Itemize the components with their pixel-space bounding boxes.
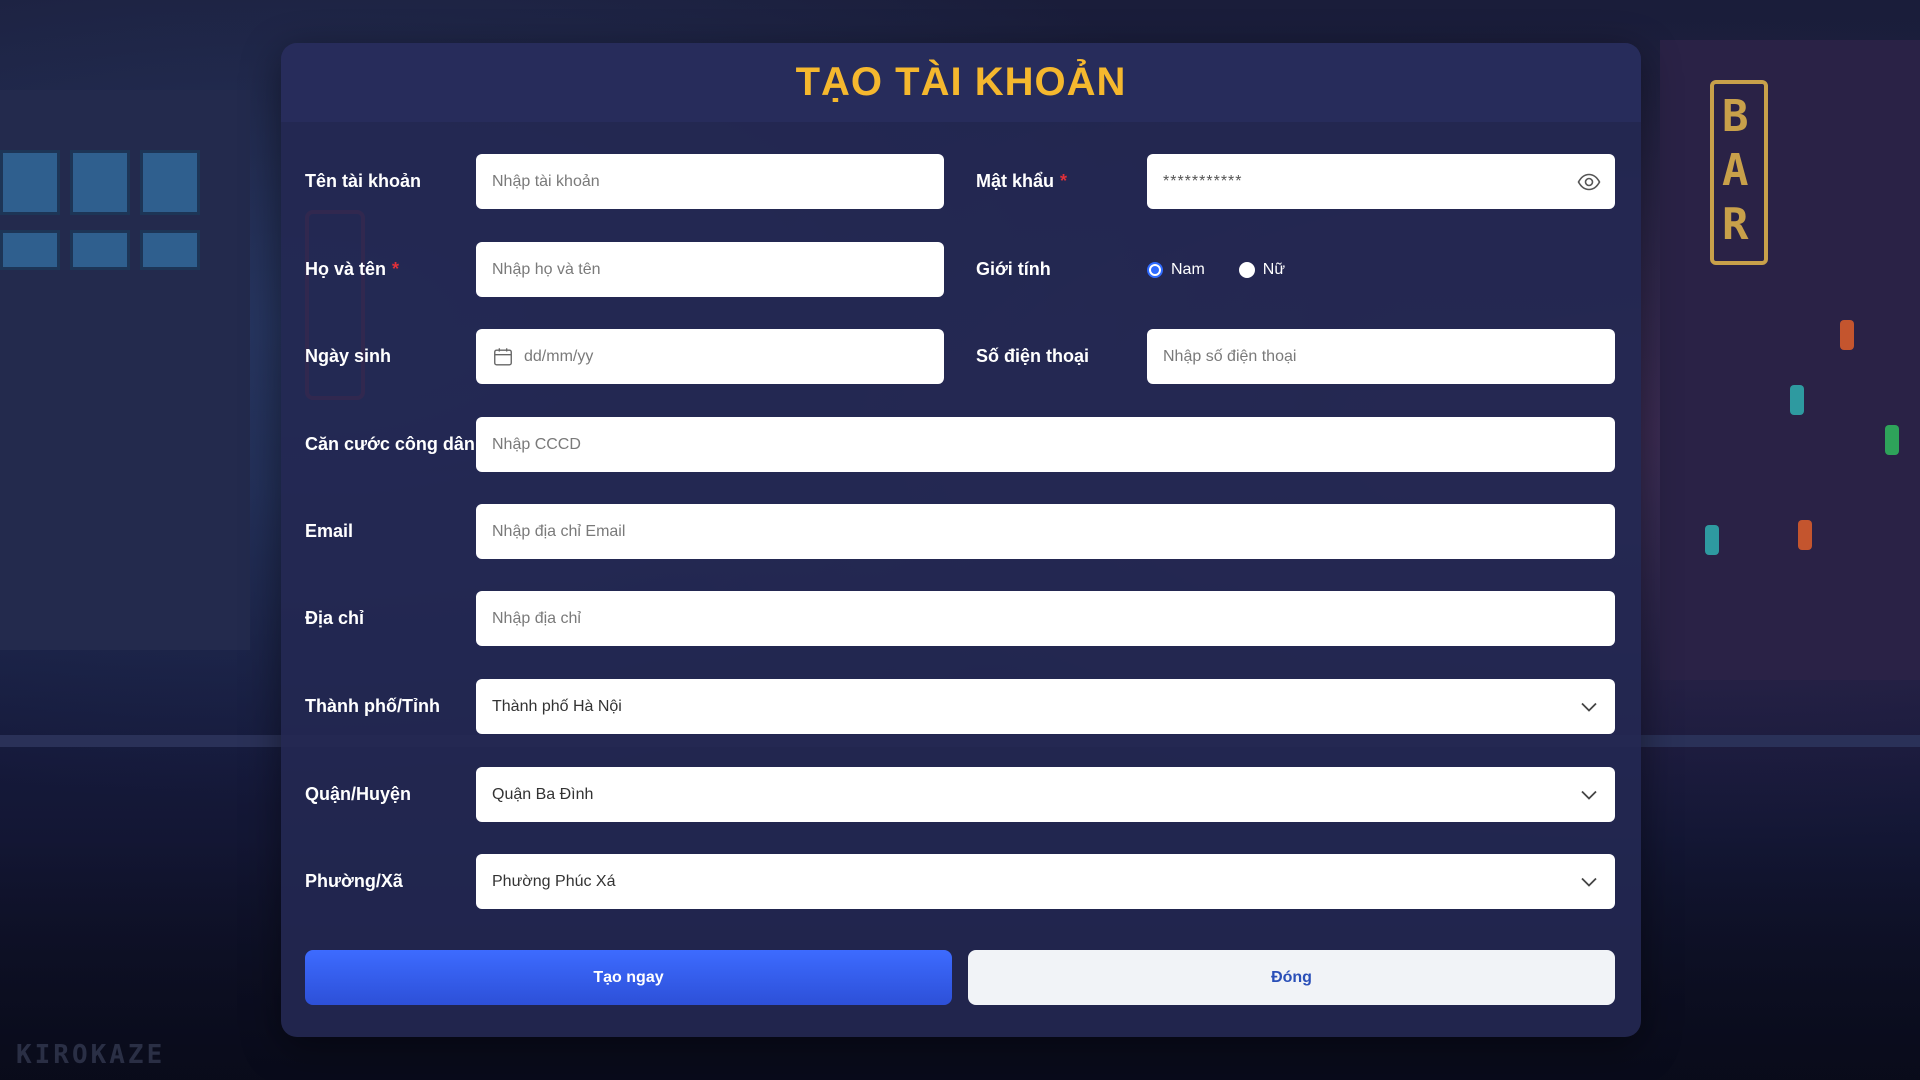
chevron-down-icon[interactable] — [1579, 697, 1599, 717]
building-window — [0, 150, 60, 215]
building-window — [140, 230, 200, 270]
chevron-down-icon[interactable] — [1579, 872, 1599, 892]
lamp-light — [1790, 385, 1804, 415]
city-label: Thành phố/Tỉnh — [305, 696, 440, 716]
fullname-input[interactable] — [476, 242, 944, 297]
gender-radio-male[interactable]: Nam — [1147, 261, 1205, 279]
city-select[interactable]: Thành phố Hà Nội — [476, 679, 1615, 734]
neon-bar-sign-text: BAR — [1722, 91, 1749, 250]
password-label: Mật khẩu * — [976, 171, 1068, 191]
birthdate-label: Ngày sinh — [305, 346, 392, 366]
building-window — [0, 230, 60, 270]
lamp-light — [1798, 520, 1812, 550]
district-select[interactable]: Quận Ba Đình — [476, 767, 1615, 822]
radio-unchecked-icon[interactable] — [1238, 261, 1255, 278]
ward-select[interactable]: Phường Phúc Xá — [476, 854, 1615, 909]
submit-button[interactable]: Tạo ngay — [305, 950, 952, 1005]
birthdate-placeholder: dd/mm/yy — [524, 347, 594, 365]
required-marker: * — [392, 259, 400, 279]
username-input[interactable] — [476, 154, 944, 209]
eye-icon[interactable] — [1577, 170, 1601, 194]
building-window — [140, 150, 200, 215]
id-card-label: Căn cước công dân — [305, 434, 475, 454]
calendar-icon[interactable] — [492, 346, 514, 368]
gender-radio-female[interactable]: Nữ — [1238, 260, 1286, 279]
phone-input[interactable] — [1147, 329, 1615, 384]
address-input[interactable] — [476, 591, 1615, 646]
ward-selected-value: Phường Phúc Xá — [492, 872, 616, 890]
watermark: KIROKAZE — [16, 1040, 166, 1070]
create-account-modal: TẠO TÀI KHOẢN Tên tài khoản Mật khẩu * *… — [281, 43, 1641, 1037]
ward-label: Phường/Xã — [305, 871, 403, 891]
username-label: Tên tài khoản — [305, 171, 422, 191]
lamp-light — [1840, 320, 1854, 350]
address-label: Địa chỉ — [305, 608, 365, 628]
fullname-label: Họ và tên * — [305, 259, 400, 279]
building-right — [1660, 40, 1920, 680]
district-selected-value: Quận Ba Đình — [492, 785, 594, 803]
building-window — [70, 230, 130, 270]
lamp-light — [1705, 525, 1719, 555]
gender-radio-group: Nam Nữ — [1147, 242, 1285, 297]
radio-checked-icon[interactable] — [1147, 261, 1163, 278]
email-label: Email — [305, 521, 354, 541]
id-card-input[interactable] — [476, 417, 1615, 472]
gender-option-label: Nam — [1171, 260, 1205, 278]
required-marker: * — [1060, 171, 1068, 191]
modal-header: TẠO TÀI KHOẢN — [281, 43, 1641, 122]
city-selected-value: Thành phố Hà Nội — [492, 697, 622, 715]
birthdate-field[interactable]: dd/mm/yy — [476, 329, 944, 384]
gender-option-label: Nữ — [1262, 260, 1286, 278]
gender-label: Giới tính — [976, 259, 1051, 279]
building-window — [70, 150, 130, 215]
close-button[interactable]: Đóng — [968, 950, 1615, 1005]
email-input[interactable] — [476, 504, 1615, 559]
chevron-down-icon[interactable] — [1579, 785, 1599, 805]
district-label: Quận/Huyện — [305, 784, 412, 804]
lamp-light — [1885, 425, 1899, 455]
phone-label: Số điện thoại — [976, 346, 1090, 366]
password-masked-value: *********** — [1163, 172, 1243, 190]
password-field[interactable]: *********** — [1147, 154, 1615, 209]
modal-title: TẠO TÀI KHOẢN — [795, 60, 1127, 104]
